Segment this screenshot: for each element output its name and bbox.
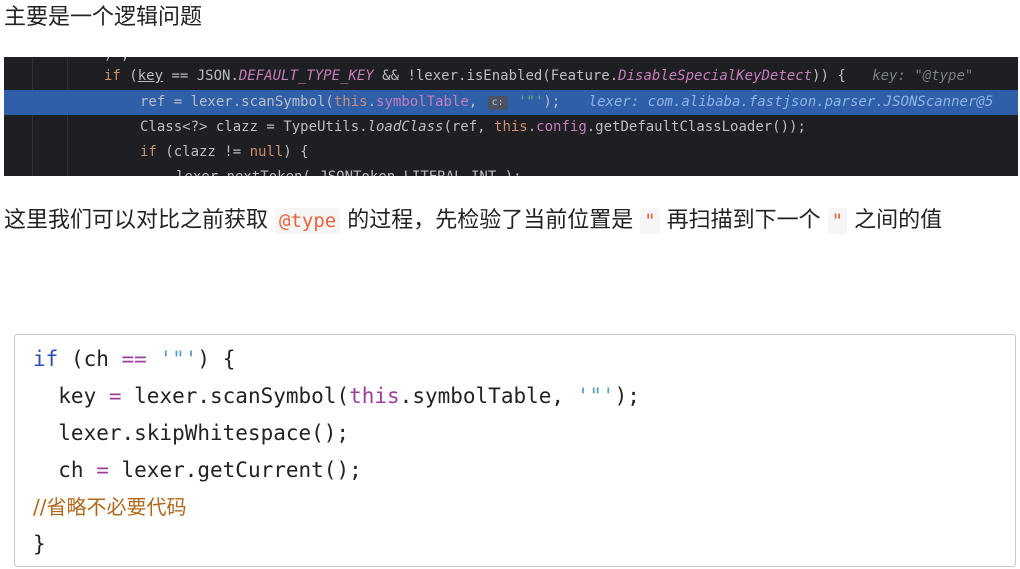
ide-text: )) {	[812, 68, 846, 84]
code-text: ch	[33, 458, 97, 482]
ide-keyword: this	[333, 94, 368, 110]
ide-keyword: if	[104, 68, 121, 84]
ide-screenshot: ) , if (key == JSON.DEFAULT_TYPE_KEY && …	[4, 57, 1018, 176]
code-line: if (ch == '"') {	[33, 341, 235, 378]
ide-constant: DEFAULT_TYPE_KEY	[238, 68, 374, 84]
code-keyword: if	[33, 347, 59, 371]
ide-keyword: if	[140, 144, 157, 160]
ide-line-highlighted: ref = lexer.scanSymbol(this.symbolTable,…	[4, 90, 1018, 115]
paragraph-text: 再扫描到下一个	[659, 208, 828, 233]
code-text: lexer.getCurrent();	[108, 458, 362, 482]
ide-text: ,	[468, 94, 486, 110]
ide-text: && !lexer.isEnabled(Feature.	[373, 68, 619, 84]
code-string: '"'	[159, 347, 198, 371]
ide-text: ) {	[283, 144, 309, 160]
code-line: key = lexer.scanSymbol(this.symbolTable,…	[33, 378, 640, 415]
ide-text: .getDefaultClassLoader());	[586, 119, 806, 135]
code-keyword: this	[349, 384, 400, 408]
code-text: }	[33, 532, 46, 556]
code-operator: =	[108, 384, 122, 408]
ide-static-method: loadClass	[367, 119, 444, 135]
ide-text: (ref,	[443, 119, 495, 135]
code-string: '"'	[576, 384, 615, 408]
code-operator: =	[96, 458, 109, 482]
code-line: lexer.skipWhitespace();	[33, 415, 349, 452]
ide-line-if-key: if (key == JSON.DEFAULT_TYPE_KEY && !lex…	[4, 64, 1018, 89]
ide-field: symbolTable	[376, 94, 469, 110]
inline-code: "	[640, 208, 660, 234]
paragraph-text: 的过程，先检验了当前位置是	[340, 208, 641, 233]
ide-string: '"'	[509, 94, 544, 110]
ide-var-key: key	[137, 68, 164, 84]
ide-inline-hint: key: "@type"	[872, 68, 974, 84]
ide-text: lexer.nextToken( JSONToken.LITERAL_INT )…	[176, 165, 522, 176]
ide-text: .	[367, 94, 377, 110]
code-block: if (ch == '"') { key = lexer.scanSymbol(…	[14, 334, 1016, 567]
ide-line-if-clazz: if (clazz != null) {	[4, 140, 1018, 165]
paragraph-text: 这里我们可以对比之前获取	[4, 208, 275, 233]
ide-keyword: this	[494, 119, 528, 135]
code-text: );	[614, 384, 640, 408]
code-line: //省略不必要代码	[33, 489, 186, 526]
ide-text: (	[120, 68, 138, 84]
ide-constant: DisableSpecialKeyDetect	[618, 68, 813, 84]
code-text: lexer.skipWhitespace();	[33, 421, 350, 445]
ide-keyword: null	[249, 144, 284, 160]
ide-line-partial-bottom: lexer.nextToken( JSONToken.LITERAL_INT )…	[4, 165, 1018, 176]
code-line: }	[33, 526, 46, 563]
code-text: .symbolTable,	[399, 384, 577, 408]
code-text: lexer.scanSymbol(	[121, 384, 350, 408]
ide-text: .	[527, 119, 537, 135]
code-text: ) {	[197, 347, 236, 371]
param-hint-badge: c:	[487, 96, 508, 110]
inline-code: @type	[275, 208, 341, 234]
ide-text: ref = lexer.scanSymbol(	[140, 94, 334, 110]
ide-text: Class<?> clazz = TypeUtils.	[140, 119, 368, 135]
code-text: (ch	[58, 347, 122, 371]
ide-text: (clazz !=	[156, 144, 250, 160]
ide-text: );	[543, 94, 561, 110]
code-operator: ==	[121, 347, 147, 371]
ide-field: config	[536, 119, 587, 135]
code-comment: //省略不必要代码	[33, 495, 187, 519]
code-line: ch = lexer.getCurrent();	[33, 452, 362, 489]
ide-inline-hint: lexer: com.alibaba.fastjson.parser.JSONS…	[588, 94, 994, 110]
code-text: key	[33, 384, 109, 408]
paragraph-text: 之间的值	[847, 208, 943, 233]
section-heading: 主要是一个逻辑问题	[4, 5, 203, 30]
ide-line-loadclass: Class<?> clazz = TypeUtils.loadClass(ref…	[4, 115, 1018, 140]
ide-text: == JSON.	[163, 68, 239, 84]
explanation-paragraph: 这里我们可以对比之前获取 @type 的过程，先检验了当前位置是 " 再扫描到下…	[4, 200, 1016, 242]
inline-code: "	[827, 208, 848, 234]
